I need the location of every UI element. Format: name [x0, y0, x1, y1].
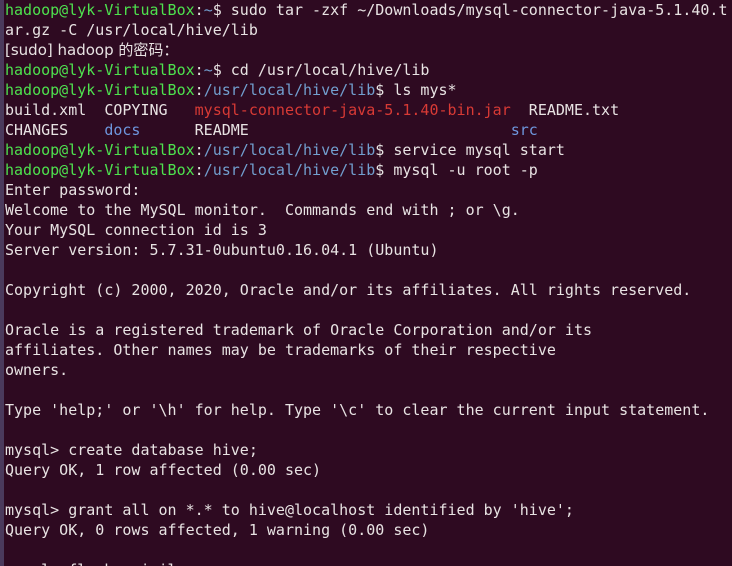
terminal-screen[interactable]: hadoop@lyk-VirtualBox:~$ sudo tar -zxf ~… — [5, 0, 732, 566]
terminal-line: hadoop@lyk-VirtualBox:/usr/local/hive/li… — [5, 140, 732, 160]
terminal-line: Type 'help;' or '\h' for help. Type '\c'… — [5, 400, 732, 420]
terminal-line: mysql> flush privileges; — [5, 560, 732, 566]
terminal-text-segment: : — [194, 141, 204, 159]
terminal-text-segment: build.xml COPYING — [5, 101, 195, 119]
terminal-line: build.xml COPYING mysql-connector-java-5… — [5, 100, 732, 120]
terminal-text-segment: affiliates. Other names may be trademark… — [5, 341, 556, 359]
terminal-text-segment: mysql> flush privileges; — [5, 561, 222, 566]
terminal-line: Welcome to the MySQL monitor. Commands e… — [5, 200, 732, 220]
terminal-line: Query OK, 1 row affected (0.00 sec) — [5, 460, 732, 480]
terminal-window[interactable]: hadoop@lyk-VirtualBox:~$ sudo tar -zxf ~… — [0, 0, 732, 566]
terminal-text-segment: mysql-connector-java-5.1.40-bin.jar — [194, 101, 511, 119]
terminal-text-segment: Oracle is a registered trademark of Orac… — [5, 321, 592, 339]
terminal-text-segment: Query OK, 1 row affected (0.00 sec) — [5, 461, 322, 479]
terminal-scrollbar-thumb[interactable] — [0, 0, 4, 566]
terminal-line: hadoop@lyk-VirtualBox:/usr/local/hive/li… — [5, 80, 732, 100]
terminal-text-segment: ~ — [203, 61, 213, 79]
terminal-line: Query OK, 0 rows affected, 1 warning (0.… — [5, 520, 732, 540]
terminal-text-segment: hadoop@lyk-VirtualBox — [5, 141, 195, 159]
terminal-line: Oracle is a registered trademark of Orac… — [5, 320, 732, 340]
terminal-text-segment: src — [510, 121, 538, 139]
terminal-text-segment: $ service mysql start — [375, 141, 565, 159]
terminal-text-segment: Enter password: — [5, 181, 141, 199]
terminal-line: affiliates. Other names may be trademark… — [5, 340, 732, 360]
terminal-text-segment: ar.gz -C /usr/local/hive/lib — [5, 21, 258, 39]
terminal-text-segment: $ cd /usr/local/hive/lib — [212, 61, 430, 79]
terminal-line: CHANGES docs README src — [5, 120, 732, 140]
terminal-text-segment: $ sudo tar -zxf ~/Downloads/mysql-connec… — [212, 1, 728, 19]
terminal-text-segment: /usr/local/hive/lib — [203, 141, 376, 159]
terminal-text-segment: hadoop@lyk-VirtualBox — [5, 61, 195, 79]
terminal-line: hadoop@lyk-VirtualBox:/usr/local/hive/li… — [5, 160, 732, 180]
terminal-text-segment: ~ — [203, 1, 213, 19]
terminal-text-segment: Server version: 5.7.31-0ubuntu0.16.04.1 … — [5, 241, 439, 259]
terminal-text-segment: /usr/local/hive/lib — [203, 161, 376, 179]
terminal-text-segment: mysql> grant all on *.* to hive@localhos… — [5, 501, 574, 519]
terminal-line: Copyright (c) 2000, 2020, Oracle and/or … — [5, 280, 732, 300]
terminal-text-segment: : — [194, 61, 204, 79]
terminal-line: hadoop@lyk-VirtualBox:~$ sudo tar -zxf ~… — [5, 0, 732, 20]
terminal-text-segment: docs — [104, 121, 141, 139]
terminal-text-segment: hadoop@lyk-VirtualBox — [5, 1, 195, 19]
terminal-text-segment: owners. — [5, 361, 69, 379]
terminal-text-segment: $ ls mys* — [375, 81, 457, 99]
terminal-line: mysql> create database hive; — [5, 440, 732, 460]
terminal-text-segment: : — [194, 1, 204, 19]
terminal-text-segment: /usr/local/hive/lib — [203, 81, 376, 99]
terminal-text-segment: : — [194, 81, 204, 99]
terminal-text-segment: Query OK, 0 rows affected, 1 warning (0.… — [5, 521, 430, 539]
terminal-text-segment: README.txt — [510, 101, 620, 119]
terminal-text-segment: : — [194, 161, 204, 179]
terminal-text-segment: README — [140, 121, 511, 139]
terminal-line: [sudo] hadoop 的密码： — [5, 40, 732, 60]
terminal-text-segment: Copyright (c) 2000, 2020, Oracle and/or … — [5, 281, 692, 299]
terminal-text-segment: mysql> create database hive; — [5, 441, 258, 459]
terminal-text-segment: CHANGES — [5, 121, 105, 139]
terminal-line: Enter password: — [5, 180, 732, 200]
terminal-line: Server version: 5.7.31-0ubuntu0.16.04.1 … — [5, 240, 732, 260]
terminal-text-segment: $ mysql -u root -p — [375, 161, 538, 179]
terminal-text-segment: hadoop@lyk-VirtualBox — [5, 81, 195, 99]
terminal-text-segment: hadoop@lyk-VirtualBox — [5, 161, 195, 179]
terminal-line: owners. — [5, 360, 732, 380]
terminal-line: mysql> grant all on *.* to hive@localhos… — [5, 500, 732, 520]
terminal-scrollbar[interactable] — [0, 0, 4, 566]
terminal-line: Your MySQL connection id is 3 — [5, 220, 732, 240]
terminal-text-segment: Type 'help;' or '\h' for help. Type '\c'… — [5, 401, 710, 419]
terminal-line: hadoop@lyk-VirtualBox:~$ cd /usr/local/h… — [5, 60, 732, 80]
terminal-line: ar.gz -C /usr/local/hive/lib — [5, 20, 732, 40]
terminal-text-segment: Your MySQL connection id is 3 — [5, 221, 267, 239]
terminal-text-segment: [sudo] hadoop 的密码： — [5, 41, 179, 59]
terminal-text-segment: Welcome to the MySQL monitor. Commands e… — [5, 201, 520, 219]
